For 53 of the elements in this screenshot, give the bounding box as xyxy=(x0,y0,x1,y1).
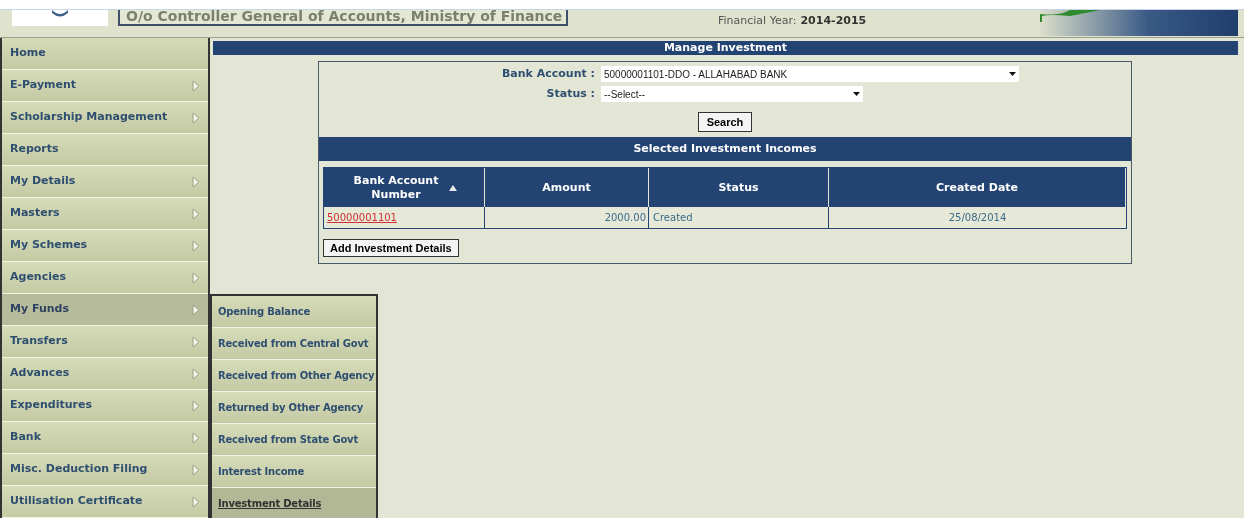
arrow-icon xyxy=(192,463,200,476)
search-button[interactable]: Search xyxy=(697,112,753,132)
caret-icon xyxy=(1009,72,1016,76)
submenu-item[interactable]: Received from Other Agency xyxy=(212,360,376,392)
field-label: Status : xyxy=(545,85,596,102)
arrow-icon xyxy=(192,111,200,124)
sidebar-item[interactable]: Expenditures xyxy=(2,390,208,422)
account-link[interactable]: 50000001101 xyxy=(327,210,397,225)
sidebar-item[interactable]: Advances xyxy=(2,358,208,390)
panel-title: Manage Investment xyxy=(213,41,1238,55)
sidebar-item[interactable]: Reports xyxy=(2,134,208,166)
select-field[interactable]: --Select-- xyxy=(601,86,863,102)
arrow-icon xyxy=(192,207,200,220)
sidebar-item[interactable]: Bank xyxy=(2,422,208,454)
submenu-item[interactable]: Received from State Govt xyxy=(212,424,376,456)
arrow-icon xyxy=(192,303,200,316)
arrow-icon xyxy=(192,399,200,412)
financial-year-label: Financial Year: xyxy=(718,13,797,29)
sidebar-item[interactable]: Masters xyxy=(2,198,208,230)
field-label: Bank Account : xyxy=(500,65,596,82)
sidebar-item[interactable]: My Details xyxy=(2,166,208,198)
submenu-item[interactable]: Opening Balance xyxy=(212,296,376,328)
select-field[interactable]: 50000001101-DDO - ALLAHABAD BANK xyxy=(601,66,1019,82)
caret-icon xyxy=(853,92,860,96)
financial-year: 2014-2015 xyxy=(800,13,867,29)
add-investment-button[interactable]: Add Investment Details xyxy=(323,239,459,257)
header-title: O/o Controller General of Accounts, Ministry of Finance xyxy=(118,10,568,26)
sidebar-item[interactable]: Scholarship Management xyxy=(2,102,208,134)
table-cell: 2000.00 xyxy=(485,207,649,228)
arrow-icon xyxy=(192,79,200,92)
arrow-icon xyxy=(192,271,200,284)
arrow-icon xyxy=(192,175,200,188)
sidebar-item[interactable]: Agencies xyxy=(2,262,208,294)
arrow-icon xyxy=(192,431,200,444)
arrow-icon xyxy=(192,335,200,348)
table-title: Selected Investment Incomes xyxy=(319,137,1131,161)
submenu-item[interactable]: Investment Details xyxy=(212,488,376,518)
arrow-icon xyxy=(192,495,200,508)
submenu-item[interactable]: Returned by Other Agency xyxy=(212,392,376,424)
sidebar-item[interactable]: My Schemes xyxy=(2,230,208,262)
sidebar-item[interactable]: Utilisation Certificate xyxy=(2,486,208,518)
sidebar-item[interactable]: My Funds xyxy=(2,294,208,326)
sidebar-item[interactable]: Home xyxy=(2,38,208,70)
sort-icon xyxy=(449,184,457,191)
sidebar-item[interactable]: Transfers xyxy=(2,326,208,358)
sidebar-item[interactable]: Misc. Deduction Filing xyxy=(2,454,208,486)
arrow-icon xyxy=(192,239,200,252)
sidebar-item[interactable]: E-Payment xyxy=(2,70,208,102)
table-cell-text: 25/08/2014 xyxy=(947,211,1008,225)
submenu-item[interactable]: Interest Income xyxy=(212,456,376,488)
arrow-icon xyxy=(192,367,200,380)
submenu-item[interactable]: Received from Central Govt xyxy=(212,328,376,360)
table-cell: Created xyxy=(649,207,829,228)
